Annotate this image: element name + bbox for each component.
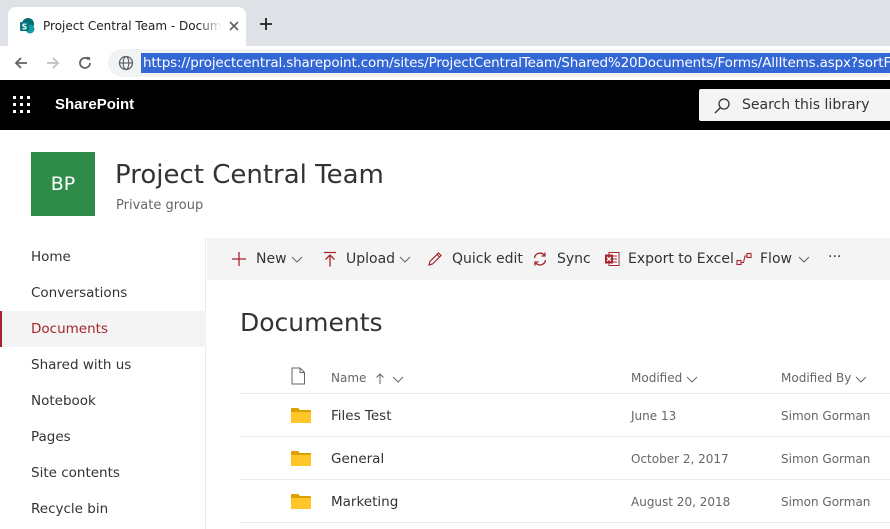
table-row[interactable]: Marketing August 20, 2018 Simon Gorman bbox=[240, 480, 890, 523]
close-tab-icon[interactable] bbox=[227, 19, 241, 33]
tab-strip: S Project Central Team - Documents bbox=[0, 0, 890, 46]
nav-item-documents[interactable]: Documents bbox=[0, 311, 206, 347]
sharepoint-brand[interactable]: SharePoint bbox=[55, 95, 134, 115]
command-bar: New Upload Quick edit Sync Export to Exc… bbox=[207, 238, 890, 280]
folder-icon bbox=[291, 408, 311, 423]
export-to-excel-button[interactable]: Export to Excel bbox=[604, 249, 734, 269]
browser-tab[interactable]: S Project Central Team - Documents bbox=[8, 7, 246, 46]
file-name-link[interactable]: Marketing bbox=[331, 493, 398, 511]
nav-item-site-contents[interactable]: Site contents bbox=[0, 455, 206, 491]
nav-item-label: Notebook bbox=[31, 393, 96, 409]
modified-date: October 2, 2017 bbox=[631, 452, 729, 466]
column-header-modified[interactable]: Modified bbox=[631, 370, 698, 386]
column-modified-by-label: Modified By bbox=[781, 371, 852, 385]
nav-item-pages[interactable]: Pages bbox=[0, 419, 206, 455]
chevron-down-icon bbox=[291, 256, 303, 263]
file-type-icon[interactable] bbox=[290, 367, 306, 385]
browser-window: S Project Central Team - Documents bbox=[0, 0, 890, 529]
sharepoint-favicon-icon: S bbox=[20, 18, 35, 34]
nav-item-shared-with-us[interactable]: Shared with us bbox=[0, 347, 206, 383]
site-header: BP Project Central Team Private group bbox=[0, 130, 890, 238]
chevron-down-icon bbox=[392, 376, 404, 383]
column-name-label: Name bbox=[331, 371, 367, 385]
table-row[interactable]: Files Test June 13 Simon Gorman bbox=[240, 394, 890, 437]
address-toolbar: https://projectcentral.sharepoint.com/si… bbox=[0, 46, 890, 80]
sync-icon bbox=[533, 252, 547, 266]
nav-item-label: Shared with us bbox=[31, 357, 132, 373]
sync-label: Sync bbox=[557, 251, 591, 267]
back-arrow-icon[interactable] bbox=[13, 55, 29, 71]
export-label: Export to Excel bbox=[628, 251, 734, 267]
chevron-down-icon bbox=[798, 256, 810, 263]
column-header-modified-by[interactable]: Modified By bbox=[781, 370, 867, 386]
reload-icon[interactable] bbox=[77, 55, 93, 71]
quick-edit-button[interactable]: Quick edit bbox=[427, 249, 523, 269]
flow-label: Flow bbox=[760, 251, 792, 267]
nav-item-label: Home bbox=[31, 249, 71, 265]
modified-by[interactable]: Simon Gorman bbox=[781, 408, 870, 424]
svg-text:S: S bbox=[22, 22, 27, 31]
nav-item-notebook[interactable]: Notebook bbox=[0, 383, 206, 419]
site-subtitle: Private group bbox=[116, 198, 204, 213]
chevron-down-icon bbox=[686, 376, 698, 383]
modified-date: August 20, 2018 bbox=[631, 495, 731, 509]
chevron-down-icon bbox=[855, 376, 867, 383]
folder-icon bbox=[291, 451, 311, 466]
forward-arrow-icon[interactable] bbox=[45, 55, 61, 71]
column-header-row: Name Modified Modified By bbox=[240, 364, 890, 394]
address-bar[interactable]: https://projectcentral.sharepoint.com/si… bbox=[108, 49, 890, 77]
nav-item-label: Conversations bbox=[31, 285, 128, 301]
nav-item-label: Pages bbox=[31, 429, 71, 445]
tab-title: Project Central Team - Documents bbox=[43, 19, 221, 33]
search-library-box[interactable]: Search this library bbox=[699, 89, 890, 121]
search-icon bbox=[714, 98, 730, 114]
chevron-down-icon bbox=[399, 256, 411, 263]
file-name-link[interactable]: General bbox=[331, 450, 384, 468]
app-launcher-waffle-icon[interactable] bbox=[13, 96, 31, 114]
new-button[interactable]: New bbox=[231, 249, 309, 269]
library-title: Documents bbox=[240, 308, 383, 337]
left-navigation: Home Conversations Documents Shared with… bbox=[0, 238, 206, 529]
nav-item-label: Documents bbox=[31, 321, 108, 337]
suite-bar: SharePoint Search this library bbox=[0, 80, 890, 130]
column-header-name[interactable]: Name bbox=[331, 370, 404, 386]
excel-icon bbox=[605, 252, 620, 266]
site-title[interactable]: Project Central Team bbox=[115, 158, 384, 192]
upload-arrow-icon bbox=[324, 251, 336, 267]
upload-button[interactable]: Upload bbox=[322, 249, 412, 269]
nav-item-conversations[interactable]: Conversations bbox=[0, 275, 206, 311]
file-name-link[interactable]: Files Test bbox=[331, 407, 392, 425]
modified-date: June 13 bbox=[631, 409, 677, 423]
nav-item-label: Site contents bbox=[31, 465, 120, 481]
quick-edit-label: Quick edit bbox=[452, 251, 523, 267]
new-tab-plus-icon[interactable] bbox=[259, 17, 273, 31]
more-options-button[interactable]: ··· bbox=[828, 249, 850, 269]
document-library: Documents Name Modified Modified By File… bbox=[207, 280, 890, 529]
more-ellipsis-icon: ··· bbox=[828, 249, 842, 265]
url-text[interactable]: https://projectcentral.sharepoint.com/si… bbox=[141, 53, 890, 73]
table-row[interactable]: General October 2, 2017 Simon Gorman bbox=[240, 437, 890, 480]
plus-icon bbox=[232, 252, 246, 266]
flow-icon bbox=[736, 252, 752, 266]
nav-item-home[interactable]: Home bbox=[0, 239, 206, 275]
search-placeholder: Search this library bbox=[742, 97, 870, 113]
globe-icon[interactable] bbox=[118, 55, 134, 71]
sort-ascending-arrow-icon bbox=[376, 372, 385, 384]
nav-item-label: Recycle bin bbox=[31, 501, 109, 517]
flow-button[interactable]: Flow bbox=[736, 249, 816, 269]
modified-by[interactable]: Simon Gorman bbox=[781, 451, 870, 467]
folder-icon bbox=[291, 494, 311, 509]
new-label: New bbox=[256, 251, 287, 267]
column-modified-label: Modified bbox=[631, 371, 683, 385]
modified-by[interactable]: Simon Gorman bbox=[781, 494, 870, 510]
site-logo[interactable]: BP bbox=[31, 152, 95, 216]
pencil-icon bbox=[428, 252, 442, 266]
nav-item-recycle-bin[interactable]: Recycle bin bbox=[0, 491, 206, 527]
sync-button[interactable]: Sync bbox=[532, 249, 591, 269]
upload-label: Upload bbox=[346, 251, 396, 267]
